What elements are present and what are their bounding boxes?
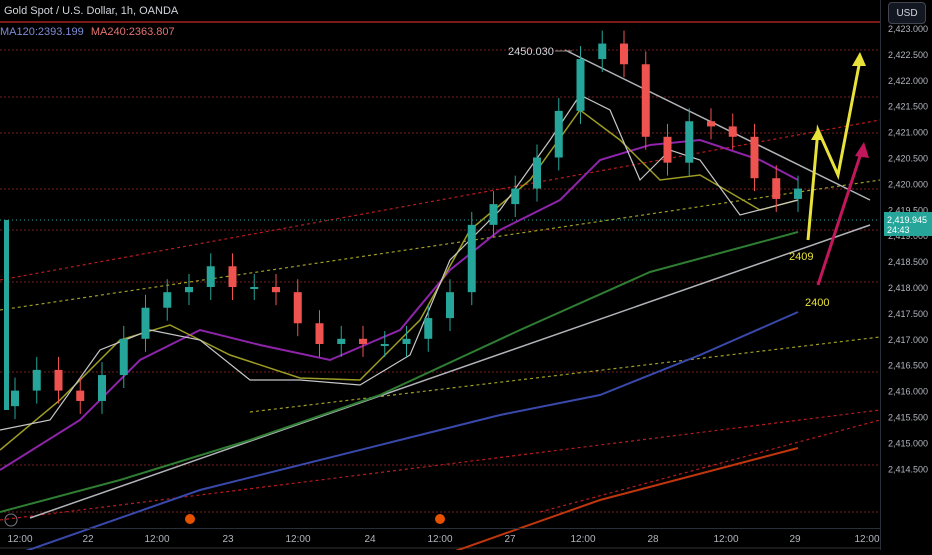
y-tick-label: 2,414.500 (888, 464, 928, 474)
y-tick-label: 2,418.000 (888, 283, 928, 293)
y-tick-label: 2,421.500 (888, 102, 928, 112)
candle-body (119, 338, 128, 376)
ma120-label: MA120:2393.199 (0, 26, 84, 38)
candle-body (641, 64, 650, 137)
ma240-line (441, 447, 799, 555)
y-tick-label: 2,421.000 (888, 128, 928, 138)
x-tick-label: 12:00 (570, 534, 595, 545)
candle-body (750, 136, 759, 179)
y-tick-label: 2,418.500 (888, 257, 928, 267)
x-tick-label: 23 (222, 534, 234, 545)
x-tick-label: 12:00 (854, 534, 879, 545)
countdown-timer: 24:43 (887, 225, 910, 235)
y-tick-label: 2,420.000 (888, 179, 928, 189)
candle-body (620, 43, 628, 65)
lightning-icon (4, 513, 18, 527)
yellow-forecast-arrow (806, 59, 862, 241)
candle-body (707, 121, 715, 127)
candle-body (98, 375, 106, 401)
ma-slow-line (0, 138, 799, 471)
candle-body (663, 136, 672, 163)
x-tick-label: 24 (364, 534, 376, 545)
annotation-1: 2409 (789, 251, 813, 263)
candle-body (141, 307, 150, 339)
candle-body (511, 188, 520, 205)
candle-body (206, 266, 215, 287)
symbol-title: Gold Spot / U.S. Dollar, 1h, OANDA (4, 5, 179, 17)
candle-body (185, 287, 193, 293)
candle-body (489, 204, 498, 225)
candle-body (54, 369, 63, 391)
candle-body (293, 292, 302, 324)
x-tick-label: 28 (647, 534, 659, 545)
candle-body (250, 287, 259, 289)
currency-button[interactable]: USD (888, 2, 926, 24)
y-tick-label: 2,415.500 (888, 413, 928, 423)
y-tick-label: 2,420.500 (888, 154, 928, 164)
price-axis-border (880, 0, 881, 550)
price-chart[interactable]: 2,423.000 2,422.500 2,422.000 2,421.500 2,42… (0, 0, 932, 555)
candle-body (467, 224, 476, 293)
x-tick-label: 12:00 (427, 534, 452, 545)
y-tick-label: 2,416.000 (888, 387, 928, 397)
time-axis-border (0, 528, 880, 529)
candle-body (554, 110, 563, 158)
candle-body (402, 338, 411, 344)
x-tick-label: 29 (789, 534, 801, 545)
current-price-value: 2,419.945 (887, 215, 927, 225)
yellow-arrow-head-2 (811, 128, 824, 140)
channel-line-4 (539, 419, 881, 513)
left-edge-candle (4, 220, 9, 410)
ma-mid-line (0, 108, 799, 451)
candle-body (533, 157, 541, 189)
ma240-label: MA240:2363.807 (90, 26, 175, 38)
candle-body (76, 390, 85, 401)
falling-trendline (564, 49, 871, 201)
annotation-0: 2450.030 (508, 46, 554, 58)
ma120-line (11, 311, 799, 555)
annotation-2: 2400 (805, 297, 829, 309)
channel-line-2 (249, 336, 881, 413)
x-tick-label: 12:00 (713, 534, 738, 545)
y-tick-label: 2,422.000 (888, 76, 928, 86)
candle-body (359, 338, 367, 344)
x-tick-label: 12:00 (144, 534, 169, 545)
y-tick-label: 2,423.000 (888, 24, 928, 34)
y-tick-label: 2,415.000 (888, 438, 928, 448)
y-tick-label: 2,417.000 (888, 335, 928, 345)
candle-body (424, 318, 433, 339)
y-tick-label: 2,417.500 (888, 309, 928, 319)
candle-body (772, 178, 781, 199)
y-tick-label: 2,422.500 (888, 50, 928, 60)
magenta-arrow-head (855, 142, 869, 158)
x-tick-label: 12:00 (285, 534, 310, 545)
candle-body (228, 266, 237, 287)
candle-body (32, 369, 41, 391)
candle-body (685, 121, 694, 163)
y-tick-label: 2,416.500 (888, 361, 928, 371)
candle-body (11, 390, 19, 407)
candle-body (380, 343, 389, 346)
x-tick-label: 12:00 (7, 534, 32, 545)
yellow-arrow-head (852, 52, 866, 66)
candle-body (446, 292, 454, 319)
event-flag-icon (435, 514, 445, 524)
candle-body (315, 323, 324, 344)
x-tick-label: 27 (504, 534, 516, 545)
chart-area[interactable]: 2,423.000 2,422.500 2,422.000 2,421.500 2,42… (0, 0, 932, 555)
candle-body (272, 287, 280, 293)
candle-body (728, 126, 737, 137)
candle-body (163, 292, 172, 308)
candle-body (794, 188, 802, 199)
candle-body (576, 59, 585, 111)
event-flag-icon (185, 514, 195, 524)
candle-body (598, 43, 607, 60)
ma-legend: MA120:2393.199 MA240:2363.807 (0, 26, 175, 38)
candle-body (337, 338, 346, 344)
x-tick-label: 22 (82, 534, 94, 545)
